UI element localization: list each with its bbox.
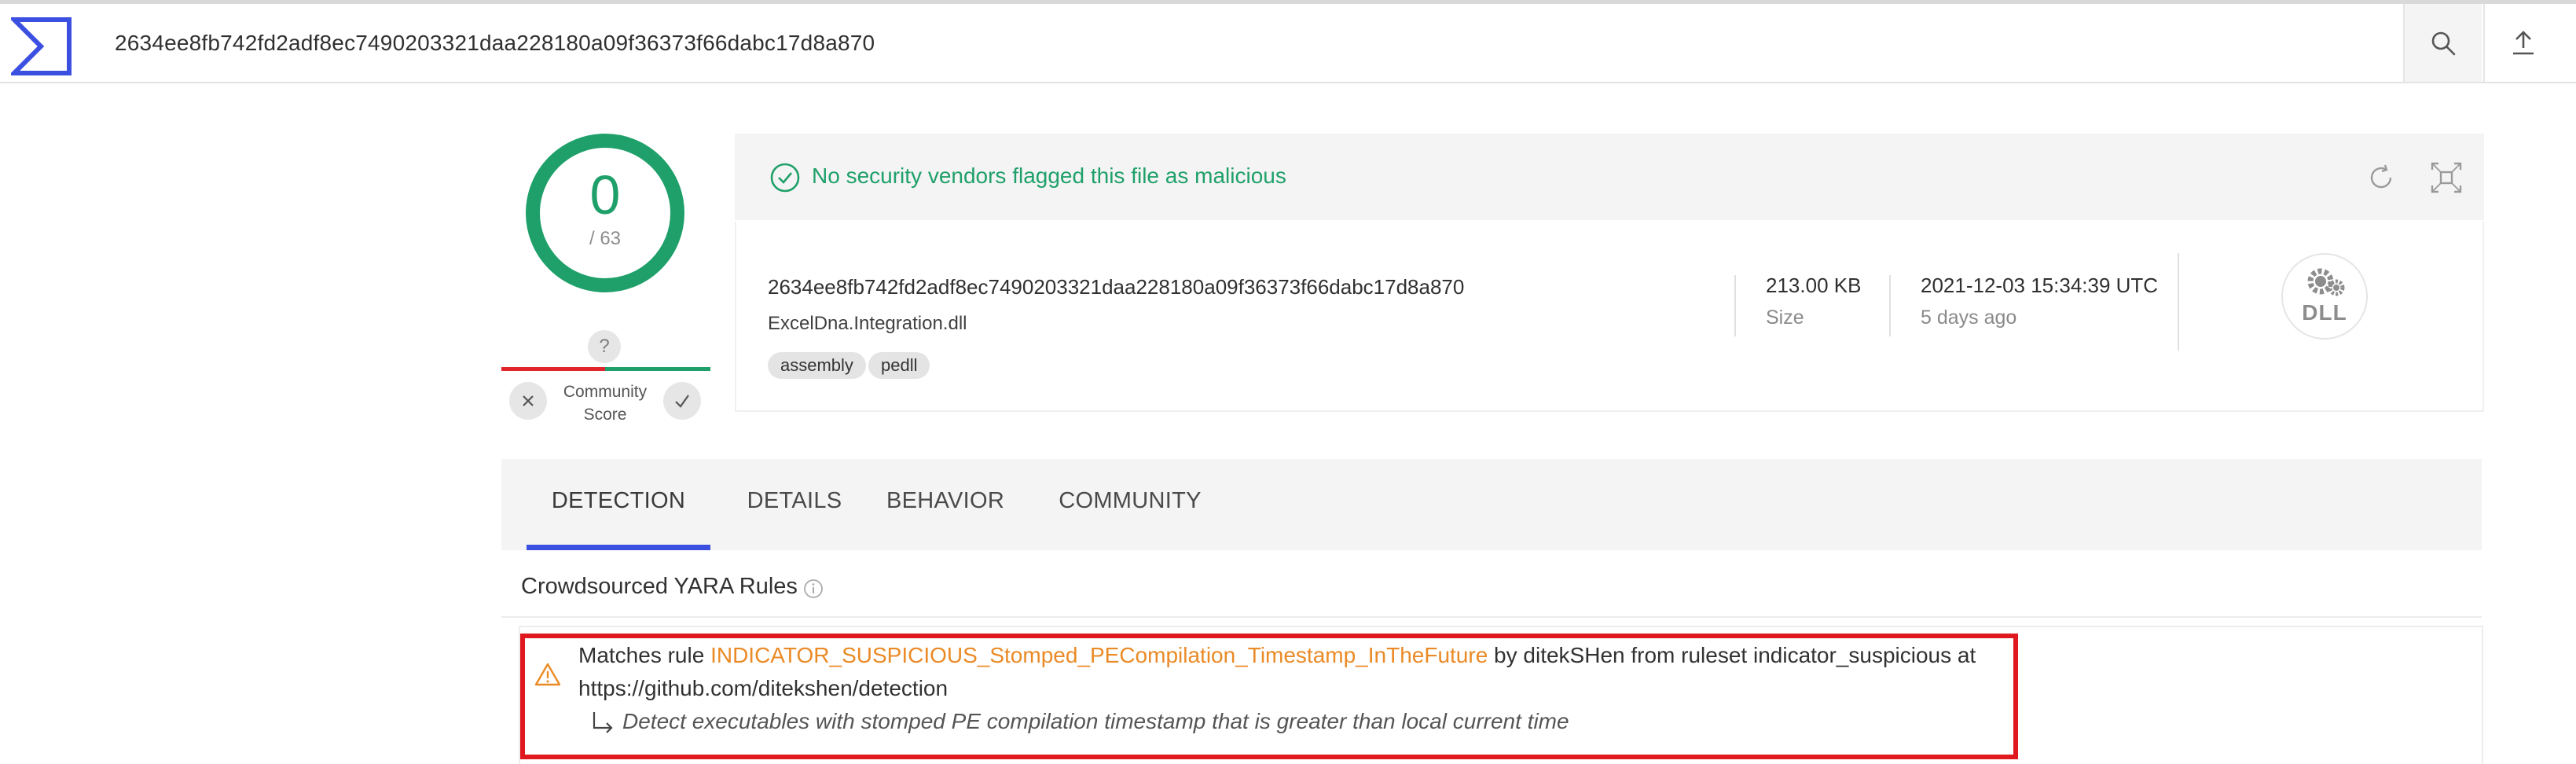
file-type-badge: DLL bbox=[2281, 253, 2368, 340]
checkmark-icon bbox=[675, 395, 689, 408]
search-button[interactable] bbox=[2403, 4, 2482, 82]
file-type-label: DLL bbox=[2302, 300, 2347, 325]
detection-count: 0 bbox=[589, 164, 621, 226]
tab-details[interactable]: DETAILS bbox=[737, 459, 852, 550]
upload-button[interactable] bbox=[2483, 4, 2562, 82]
detection-total: / 63 bbox=[589, 228, 622, 249]
divider bbox=[1889, 275, 1891, 336]
file-hash: 2634ee8fb742fd2adf8ec7490203321daa228180… bbox=[768, 275, 1465, 299]
info-icon[interactable] bbox=[802, 577, 825, 601]
reanalyze-icon[interactable] bbox=[2364, 160, 2398, 195]
tab-behavior[interactable]: BEHAVIOR bbox=[879, 459, 1012, 550]
search-input-value[interactable]: 2634ee8fb742fd2adf8ec7490203321daa228180… bbox=[91, 31, 875, 56]
vote-malicious-button[interactable] bbox=[509, 382, 547, 420]
tab-detection-label: DETECTION bbox=[551, 488, 686, 513]
community-bar-negative bbox=[501, 367, 605, 371]
similar-files-icon[interactable] bbox=[2429, 160, 2464, 195]
tag-pedll[interactable]: pedll bbox=[868, 352, 930, 379]
close-icon bbox=[523, 395, 534, 406]
file-size-label: Size bbox=[1766, 307, 1804, 329]
warning-icon bbox=[534, 663, 561, 686]
tab-details-label: DETAILS bbox=[747, 488, 842, 513]
divider bbox=[501, 616, 2482, 618]
yara-match-prefix: Matches rule bbox=[578, 643, 711, 667]
analysis-status-banner: No security vendors flagged this file as… bbox=[735, 134, 2484, 220]
file-name: ExcelDna.Integration.dll bbox=[768, 313, 967, 334]
yara-match-suffix: by ditekSHen from ruleset indicator_susp… bbox=[1488, 643, 1976, 667]
check-circle-icon bbox=[770, 163, 800, 193]
community-score-label-line2: Score bbox=[583, 406, 627, 424]
subdirectory-arrow-icon bbox=[593, 712, 613, 733]
divider bbox=[2178, 253, 2179, 351]
yara-rule-description: Detect executables with stomped PE compi… bbox=[622, 709, 1569, 733]
vote-harmless-button[interactable] bbox=[663, 382, 701, 420]
community-bar-positive bbox=[605, 367, 710, 371]
tab-detection[interactable]: DETECTION bbox=[527, 459, 710, 550]
analysis-status-text: No security vendors flagged this file as… bbox=[812, 163, 1286, 188]
yara-match-text: Matches rule INDICATOR_SUSPICIOUS_Stompe… bbox=[578, 643, 1976, 668]
top-bar: 2634ee8fb742fd2adf8ec7490203321daa228180… bbox=[0, 0, 2576, 83]
search-icon bbox=[2431, 31, 2456, 55]
yara-rule-link[interactable]: INDICATOR_SUSPICIOUS_Stomped_PECompilati… bbox=[710, 643, 1488, 667]
file-size-value: 213.00 KB bbox=[1766, 274, 1862, 297]
section-title: Crowdsourced YARA Rules bbox=[521, 574, 798, 599]
analysis-date-relative: 5 days ago bbox=[1921, 307, 2017, 329]
search-input[interactable]: 2634ee8fb742fd2adf8ec7490203321daa228180… bbox=[91, 4, 2402, 82]
report-tabs: DETECTION DETAILS BEHAVIOR COMMUNITY bbox=[501, 459, 2482, 550]
analysis-date-value: 2021-12-03 15:34:39 UTC bbox=[1921, 274, 2159, 297]
active-tab-indicator bbox=[527, 545, 710, 550]
yara-ruleset-url[interactable]: https://github.com/ditekshen/detection bbox=[578, 676, 948, 701]
file-summary: 2634ee8fb742fd2adf8ec7490203321daa228180… bbox=[735, 222, 2484, 412]
community-score-value: ? bbox=[588, 330, 621, 363]
tag-assembly[interactable]: assembly bbox=[768, 352, 866, 379]
virustotal-logo-icon[interactable] bbox=[11, 15, 74, 78]
tab-behavior-label: BEHAVIOR bbox=[886, 488, 1005, 513]
community-score-label-line1: Community bbox=[563, 383, 648, 401]
divider bbox=[1734, 275, 1736, 336]
gear-icon bbox=[2307, 268, 2345, 296]
tab-community[interactable]: COMMUNITY bbox=[1044, 459, 1216, 550]
community-score-label: Community Score bbox=[550, 380, 660, 426]
tab-community-label: COMMUNITY bbox=[1059, 488, 1202, 513]
upload-icon bbox=[2513, 30, 2534, 54]
